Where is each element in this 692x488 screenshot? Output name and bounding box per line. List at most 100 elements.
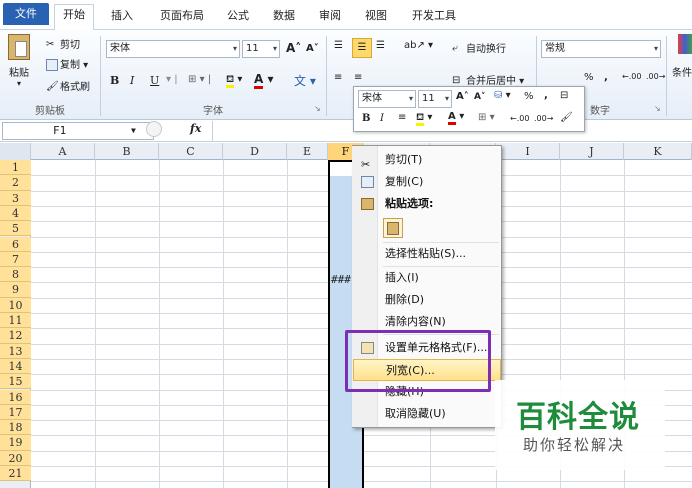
increase-decimal-button[interactable]: ←.00 — [622, 72, 641, 81]
wrap-text-button[interactable]: ⤶ 自动换行 — [452, 40, 506, 55]
row-header-18[interactable]: 18 — [0, 420, 31, 436]
select-all-button[interactable] — [0, 143, 31, 160]
column-header-e[interactable]: E — [287, 143, 328, 160]
mini-fill-button[interactable]: ⛾ ▾ — [416, 112, 432, 126]
font-color-button[interactable]: A ▾ — [254, 72, 274, 89]
column-header-b[interactable]: B — [95, 143, 159, 160]
menu-item-delete[interactable]: 删除(D) — [353, 289, 501, 311]
menu-item-insert[interactable]: 插入(I) — [353, 267, 501, 289]
menu-item-copy[interactable]: 复制(C) — [353, 171, 501, 193]
align-center-button[interactable]: ≡ — [354, 72, 362, 83]
mini-bold-button[interactable]: B — [362, 113, 370, 124]
column-header-i[interactable]: I — [496, 143, 560, 160]
mini-size-combo[interactable]: 11 ▾ — [418, 90, 452, 108]
row-header-12[interactable]: 12 — [0, 328, 31, 344]
underline-dropdown[interactable]: ▾ | — [166, 74, 178, 85]
mini-format-button[interactable]: ⛁ ▾ — [494, 90, 511, 101]
row-header-13[interactable]: 13 — [0, 343, 31, 359]
tab-formulas[interactable]: 公式 — [220, 6, 256, 30]
row-header-7[interactable]: 7 — [0, 251, 31, 268]
row-header-19[interactable]: 19 — [0, 435, 31, 451]
tab-view[interactable]: 视图 — [358, 6, 394, 30]
tab-developer[interactable]: 开发工具 — [404, 6, 464, 30]
column-header-a[interactable]: A — [31, 143, 95, 160]
merge-center-button[interactable]: ⊟ 合并后居中 ▾ — [452, 72, 524, 87]
row-header-14[interactable]: 14 — [0, 358, 31, 375]
fill-color-button[interactable]: ⛾ ▾ — [226, 74, 242, 88]
comma-button[interactable]: , — [604, 72, 608, 83]
align-bottom-button[interactable]: ☰ — [376, 40, 385, 51]
mini-format-painter-button[interactable]: 🖌 — [560, 112, 573, 123]
mini-font-color-button[interactable]: A ▾ — [448, 111, 464, 125]
row-header-5[interactable]: 5 — [0, 221, 31, 237]
orientation-button[interactable]: ab↗ ▾ — [404, 40, 433, 51]
row-header-4[interactable]: 4 — [0, 205, 31, 222]
phonetic-button[interactable]: 文 ▾ — [294, 72, 316, 89]
number-format-combo[interactable]: 常规 ▾ — [541, 40, 661, 58]
format-painter-button[interactable]: 🖌格式刷 — [46, 78, 90, 93]
row-header-15[interactable]: 15 — [0, 374, 31, 390]
row-header-20[interactable]: 20 — [0, 450, 31, 466]
underline-button[interactable]: U — [150, 74, 159, 87]
formula-cancel-icon[interactable] — [146, 121, 162, 137]
number-dialog-launcher-icon[interactable]: ↘ — [654, 104, 661, 113]
mini-shrink-font-button[interactable]: A˅ — [474, 92, 485, 102]
row-header-17[interactable]: 17 — [0, 404, 31, 421]
mini-border-button[interactable]: ⊞ ▾ — [478, 112, 495, 123]
conditional-formatting-button[interactable]: 条件 — [672, 64, 692, 79]
mini-comma-button[interactable]: , — [544, 90, 548, 101]
row-header-16[interactable]: 16 — [0, 389, 31, 405]
tab-page-layout[interactable]: 页面布局 — [152, 6, 212, 30]
mini-increase-decimal-button[interactable]: ←.00 — [510, 114, 529, 123]
name-box[interactable]: F1 ▼ — [2, 122, 154, 140]
tab-data[interactable]: 数据 — [266, 6, 302, 30]
grow-font-button[interactable]: A˄ — [286, 41, 301, 55]
row-header-8[interactable]: 8 — [0, 267, 31, 283]
align-left-button[interactable]: ≡ — [334, 72, 342, 83]
cut-button[interactable]: ✂ 剪切 — [46, 36, 80, 51]
menu-item-unhide[interactable]: 取消隐藏(U) — [353, 403, 501, 425]
font-dialog-launcher-icon[interactable]: ↘ — [314, 104, 321, 113]
chevron-down-icon: ▾ — [408, 94, 413, 103]
menu-item-paste-special[interactable]: 选择性粘贴(S)... — [353, 243, 501, 265]
align-middle-button[interactable]: ☰ — [352, 38, 372, 58]
mini-decrease-decimal-button[interactable]: .00→ — [534, 114, 553, 123]
column-header-k[interactable]: K — [624, 143, 692, 160]
row-header-6[interactable]: 6 — [0, 236, 31, 252]
column-header-c[interactable]: C — [159, 143, 223, 160]
align-top-button[interactable]: ☰ — [334, 40, 343, 51]
row-header-10[interactable]: 10 — [0, 297, 31, 313]
tab-home[interactable]: 开始 — [54, 4, 94, 31]
row-header-2[interactable]: 2 — [0, 175, 31, 191]
row-header-11[interactable]: 11 — [0, 313, 31, 329]
tab-insert[interactable]: 插入 — [104, 6, 140, 30]
decrease-decimal-button[interactable]: .00→ — [646, 72, 665, 81]
menu-item-cut[interactable]: ✂ 剪切(T) — [353, 149, 501, 171]
mini-font-combo[interactable]: 宋体 ▾ — [358, 90, 416, 108]
tab-file[interactable]: 文件 — [3, 3, 49, 25]
italic-button[interactable]: I — [130, 74, 134, 87]
mini-italic-button[interactable]: I — [380, 113, 384, 124]
bold-button[interactable]: B — [110, 74, 119, 87]
percent-button[interactable]: % — [584, 72, 594, 83]
column-header-j[interactable]: J — [560, 143, 624, 160]
column-header-d[interactable]: D — [223, 143, 287, 160]
shrink-font-button[interactable]: A˅ — [306, 43, 319, 54]
row-header-3[interactable]: 3 — [0, 190, 31, 206]
copy-button[interactable]: 复制 ▾ — [46, 56, 88, 71]
row-header-9[interactable]: 9 — [0, 282, 31, 298]
mini-align-button[interactable]: ≡ — [398, 112, 406, 123]
copy-icon — [46, 59, 58, 71]
paste-option-button[interactable] — [383, 218, 403, 238]
border-button[interactable]: ⊞ ▾ | — [188, 74, 211, 85]
font-size-combo[interactable]: 11 ▾ — [242, 40, 280, 58]
paste-button[interactable]: 粘贴 ▾ — [6, 34, 32, 94]
row-header-21[interactable]: 21 — [0, 466, 31, 482]
mini-percent-button[interactable]: % — [524, 91, 534, 102]
insert-function-button[interactable]: fx — [190, 122, 201, 135]
row-header-1[interactable]: 1 — [0, 160, 31, 176]
mini-merge-button[interactable]: ⊟ — [560, 90, 568, 101]
font-name-combo[interactable]: 宋体 ▾ — [106, 40, 240, 58]
tab-review[interactable]: 审阅 — [312, 6, 348, 30]
mini-grow-font-button[interactable]: A˄ — [456, 91, 469, 102]
